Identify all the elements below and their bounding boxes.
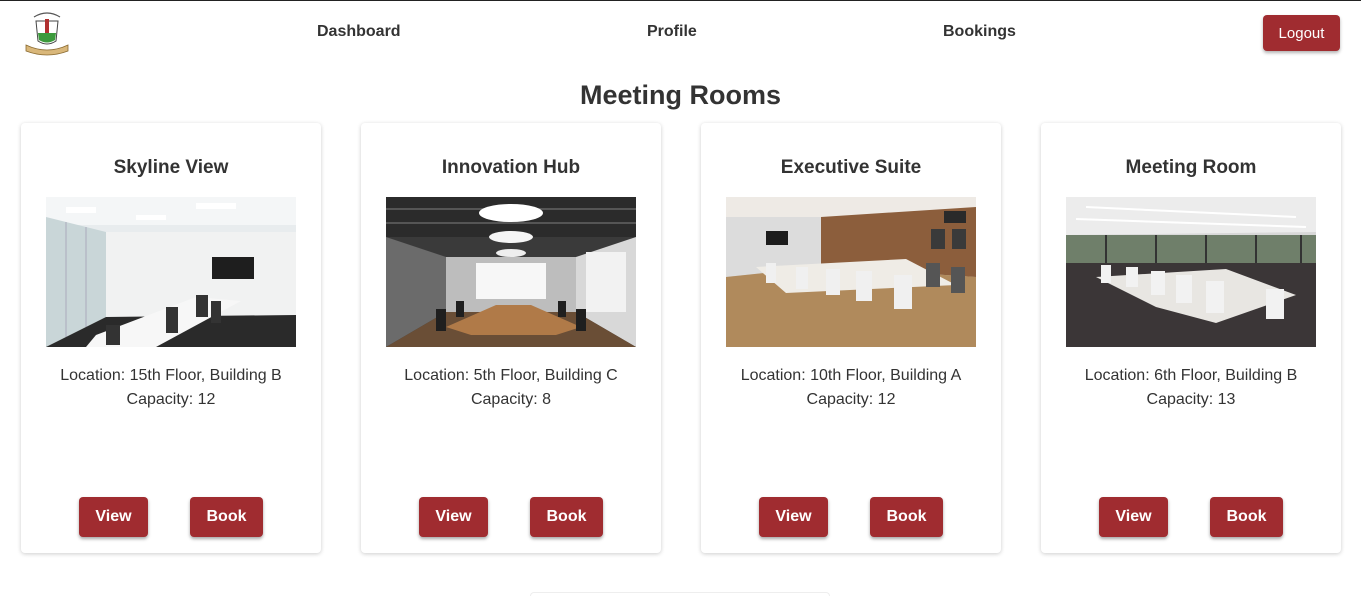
view-button[interactable]: View xyxy=(79,497,148,537)
view-button[interactable]: View xyxy=(759,497,828,537)
room-name: Innovation Hub xyxy=(441,157,581,178)
university-logo[interactable] xyxy=(22,11,72,59)
top-nav: Dashboard Profile Bookings Logout xyxy=(0,1,1361,63)
room-capacity: Capacity: 8 xyxy=(470,391,552,408)
room-photo xyxy=(1066,197,1316,347)
book-button[interactable]: Book xyxy=(1210,497,1283,537)
book-button[interactable]: Book xyxy=(190,497,263,537)
nav-dashboard[interactable]: Dashboard xyxy=(317,23,401,41)
room-photo xyxy=(46,197,296,347)
room-card: Executive Suite Location: 10th Floor, Bu… xyxy=(701,123,1001,553)
room-location: Location: 10th Floor, Building A xyxy=(740,367,962,384)
nav-bookings[interactable]: Bookings xyxy=(943,23,1016,41)
room-card: Skyline View Location: 15th Floor, Build… xyxy=(21,123,321,553)
room-photo xyxy=(386,197,636,347)
room-name: Meeting Room xyxy=(1125,157,1257,178)
book-button[interactable]: Book xyxy=(530,497,603,537)
room-location: Location: 6th Floor, Building B xyxy=(1084,367,1298,384)
room-capacity: Capacity: 12 xyxy=(806,391,896,408)
room-capacity: Capacity: 13 xyxy=(1146,391,1236,408)
view-button[interactable]: View xyxy=(419,497,488,537)
page-title: Meeting Rooms xyxy=(579,80,781,110)
view-button[interactable]: View xyxy=(1099,497,1168,537)
book-button[interactable]: Book xyxy=(870,497,943,537)
next-section-edge xyxy=(530,592,830,596)
room-name: Skyline View xyxy=(113,157,229,178)
logout-button[interactable]: Logout xyxy=(1263,15,1340,51)
room-location: Location: 15th Floor, Building B xyxy=(60,367,282,384)
room-card: Innovation Hub Location: 5th Floor, Buil… xyxy=(361,123,661,553)
room-location: Location: 5th Floor, Building C xyxy=(404,367,618,384)
room-photo xyxy=(726,197,976,347)
room-name: Executive Suite xyxy=(780,157,922,178)
room-capacity: Capacity: 12 xyxy=(126,391,216,408)
room-card: Meeting Room Location: 6th Floor, Buildi… xyxy=(1041,123,1341,553)
nav-profile[interactable]: Profile xyxy=(647,23,697,41)
